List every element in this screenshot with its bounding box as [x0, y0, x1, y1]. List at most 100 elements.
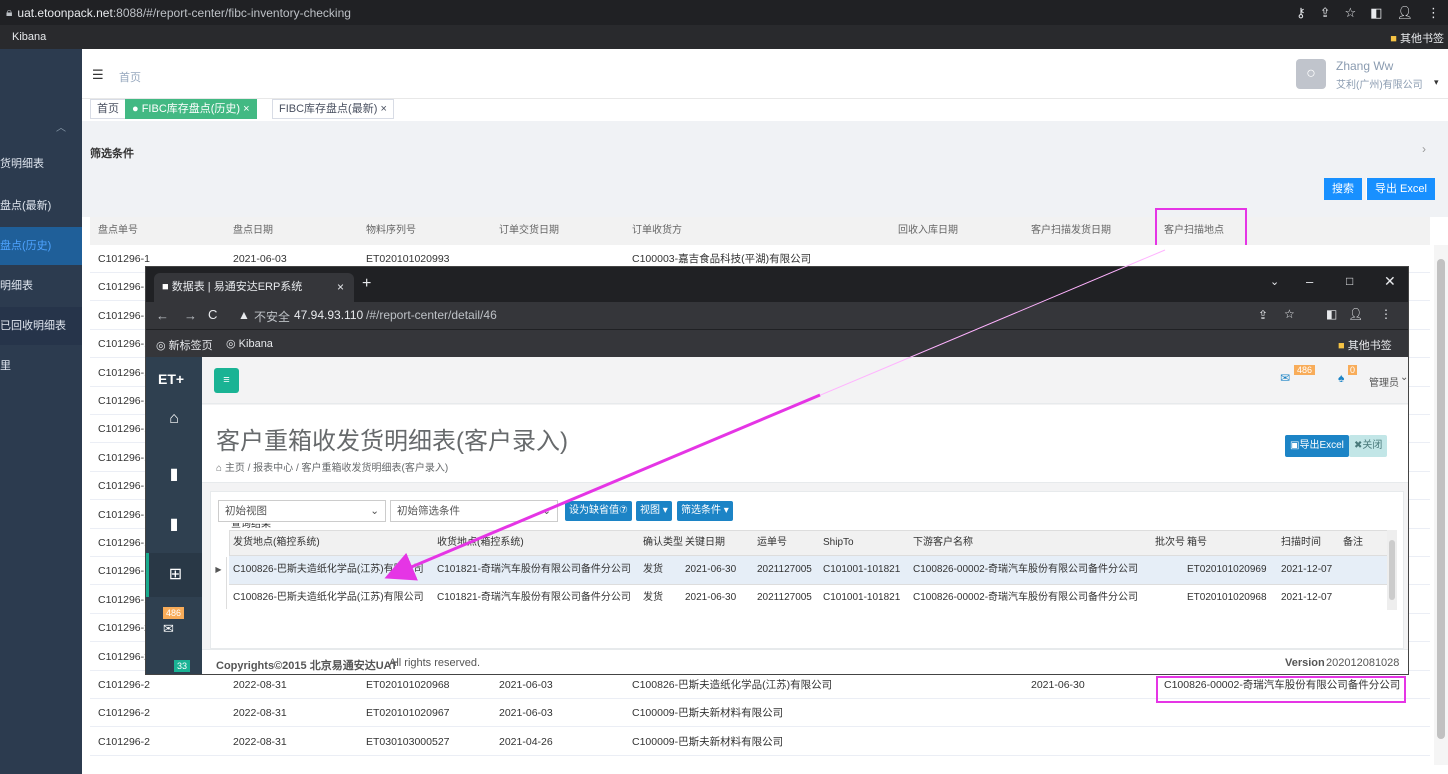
tab-fibc-history[interactable]: ● FIBC库存盘点(历史) × — [125, 99, 257, 119]
sidebar-item-3[interactable]: 明细表 — [0, 267, 82, 305]
inner-col-header[interactable]: 批次号 — [1155, 530, 1185, 556]
bookmark-kibana[interactable]: ◎ Kibana — [226, 337, 273, 350]
sidebar-item-4[interactable]: 已回收明细表 — [0, 307, 82, 345]
mail-icon[interactable]: ✉ — [163, 621, 174, 637]
inner-col-header[interactable]: 下游客户名称 — [913, 530, 973, 556]
export-excel-button[interactable]: ▣导出Excel — [1285, 435, 1349, 457]
profile-icon[interactable]: 👤︎ — [1396, 5, 1413, 21]
scrollbar[interactable] — [1434, 245, 1448, 765]
inner-col-header[interactable]: 备注 — [1343, 530, 1363, 556]
set-default-button[interactable]: 设为缺省值⑦ — [565, 501, 632, 521]
sidepanel-icon[interactable]: ◧ — [1370, 5, 1382, 21]
avatar[interactable]: ○ — [1296, 59, 1326, 89]
app-sidebar: ET+ ⌂ ▮ ▮ ⊞ 486 ✉ 33 — [146, 357, 202, 674]
overlay-address-bar[interactable]: ← → C ▲ 不安全 47.94.93.110 /#/report-cente… — [146, 302, 1408, 329]
table-icon[interactable]: ⊞ — [146, 553, 202, 597]
home-icon: ⌂ — [216, 463, 225, 474]
table-cell: 2022-08-31 — [233, 679, 287, 691]
star-icon[interactable]: ☆ — [1345, 5, 1357, 21]
minimize-icon[interactable]: – — [1306, 274, 1313, 289]
back-icon[interactable]: ← — [156, 308, 169, 323]
nav-badge-count[interactable]: 33 — [174, 660, 191, 672]
chevron-right-icon[interactable]: › — [1422, 142, 1426, 156]
close-tab-icon[interactable]: × — [337, 273, 344, 302]
table-cell: C101296-1 — [98, 565, 150, 578]
app-footer: Copyrights©2015 北京易通安达UAT All rights res… — [202, 649, 1408, 674]
inner-col-header[interactable]: 确认类型 — [643, 530, 683, 556]
company-name[interactable]: 艾利(广州)有限公司 — [1336, 76, 1423, 91]
chevron-down-icon[interactable]: ⌄ — [1400, 372, 1408, 383]
close-window-icon[interactable]: ✕ — [1384, 273, 1396, 290]
view-button[interactable]: 视图 ▾ — [636, 501, 672, 521]
key-icon[interactable]: ⚷ — [1296, 5, 1306, 21]
hamburger-icon[interactable]: ☰ — [92, 67, 104, 83]
chart-icon[interactable]: ▮ — [146, 453, 202, 497]
profile-icon[interactable]: 👤︎ — [1348, 307, 1363, 321]
tab-home[interactable]: 首页 — [90, 99, 126, 119]
col-header: 物料序列号 — [366, 225, 416, 236]
maximize-icon[interactable]: □ — [1346, 274, 1353, 288]
table-cell: C101296-1 — [98, 423, 150, 436]
inner-scrollbar-thumb[interactable] — [1389, 540, 1395, 600]
filter-title[interactable]: 筛选条件 — [90, 145, 134, 161]
inner-col-header[interactable]: 收货地点(箱控系统) — [437, 530, 524, 556]
sidebar-item-5[interactable]: 里 — [0, 347, 82, 385]
mail-badge: 486 — [1294, 365, 1316, 375]
expand-row-icon[interactable]: ▶ — [211, 557, 227, 609]
close-button[interactable]: ✖关闭 — [1349, 435, 1388, 457]
share-icon[interactable]: ⇪ — [1258, 308, 1268, 322]
reload-icon[interactable]: C — [208, 307, 217, 322]
menu-icon[interactable]: ⋮ — [1427, 5, 1440, 21]
table-cell: C101296-1 — [98, 366, 150, 379]
mail-icon[interactable]: ✉ — [1280, 371, 1290, 385]
globe-icon: ◎ — [226, 338, 236, 350]
filter-button[interactable]: 筛选条件 ▾ — [677, 501, 733, 521]
export-excel-button[interactable]: 导出 Excel — [1366, 178, 1435, 200]
view-select[interactable]: 初始视图 ⌄ — [218, 500, 386, 522]
inner-scrollbar[interactable] — [1387, 530, 1397, 610]
sidebar-item-2[interactable]: 盘点(历史) — [0, 227, 82, 265]
bookmark-kibana[interactable]: Kibana — [12, 31, 46, 43]
inner-col-header[interactable]: 运单号 — [757, 530, 787, 556]
inner-col-header[interactable]: 发货地点(箱控系统) — [233, 530, 320, 556]
sidebar-item-1[interactable]: 盘点(最新) — [0, 187, 82, 225]
inner-col-header[interactable]: 扫描时间 — [1281, 530, 1321, 556]
inner-col-header[interactable]: ShipTo — [823, 530, 854, 556]
table-row[interactable]: C101296-2 2022-08-31 ET030103000527 2021-04… — [90, 727, 1430, 756]
browser-address-bar[interactable]: 🔒︎ uat.etoonpack.net:8088/#/report-cente… — [0, 0, 1448, 25]
forward-icon[interactable]: → — [184, 308, 197, 323]
chart-icon[interactable]: ▮ — [146, 503, 202, 547]
table-row[interactable]: C101296-2 2022-08-31 ET020101020967 2021-06… — [90, 699, 1430, 728]
home-icon[interactable]: ⌂ — [146, 397, 202, 441]
bookmark-other[interactable]: ■ 其他书签 — [1390, 30, 1444, 46]
overlay-bookmarks-bar: ◎ 新标签页 ◎ Kibana ■ 其他书签 — [146, 329, 1408, 357]
overlay-tab[interactable]: ■ 数据表 | 易通安达ERP系统 × — [154, 273, 354, 302]
table-cell: 2022-08-31 — [233, 735, 287, 748]
table-cell: C101296-1 — [98, 281, 150, 294]
search-button[interactable]: 搜索 — [1324, 178, 1362, 200]
scrollbar-thumb[interactable] — [1437, 259, 1445, 739]
breadcrumb[interactable]: 首页 — [119, 69, 141, 85]
share-icon[interactable]: ⇪ — [1320, 5, 1331, 21]
star-icon[interactable]: ☆ — [1284, 307, 1295, 321]
inner-table-cell: 2021-06-30 — [685, 592, 737, 603]
bookmark-other[interactable]: ■ 其他书签 — [1338, 337, 1392, 353]
sidebar-item-0[interactable]: 货明细表 — [0, 145, 82, 183]
bookmark-newtab[interactable]: ◎ 新标签页 — [156, 337, 213, 353]
bell-icon[interactable]: ♠ — [1338, 371, 1344, 385]
tab-fibc-latest[interactable]: FIBC库存盘点(最新) × — [272, 99, 394, 119]
nav-badge-mail[interactable]: 486 — [163, 607, 185, 619]
top-header: ☰ 首页 ○ Zhang Ww 艾利(广州)有限公司 ▾ — [82, 49, 1448, 99]
new-tab-icon[interactable]: + — [362, 275, 371, 293]
sidepanel-icon[interactable]: ◧ — [1326, 307, 1337, 321]
tab-search-icon[interactable]: ⌄ — [1270, 275, 1279, 288]
menu-icon[interactable]: ⋮ — [1380, 307, 1392, 321]
inner-col-header[interactable]: 关键日期 — [685, 530, 725, 556]
chevron-up-icon[interactable]: ︿ — [56, 119, 66, 134]
filter-select[interactable]: 初始筛选条件 ⌄ — [390, 500, 558, 522]
menu-toggle-icon[interactable]: ≡ — [214, 368, 239, 393]
inner-col-header[interactable]: 箱号 — [1187, 530, 1207, 556]
admin-menu[interactable]: 管理员 — [1369, 374, 1399, 389]
caret-down-icon[interactable]: ▾ — [1434, 77, 1439, 88]
footer-copyright: Copyrights©2015 北京易通安达UAT — [216, 660, 398, 672]
